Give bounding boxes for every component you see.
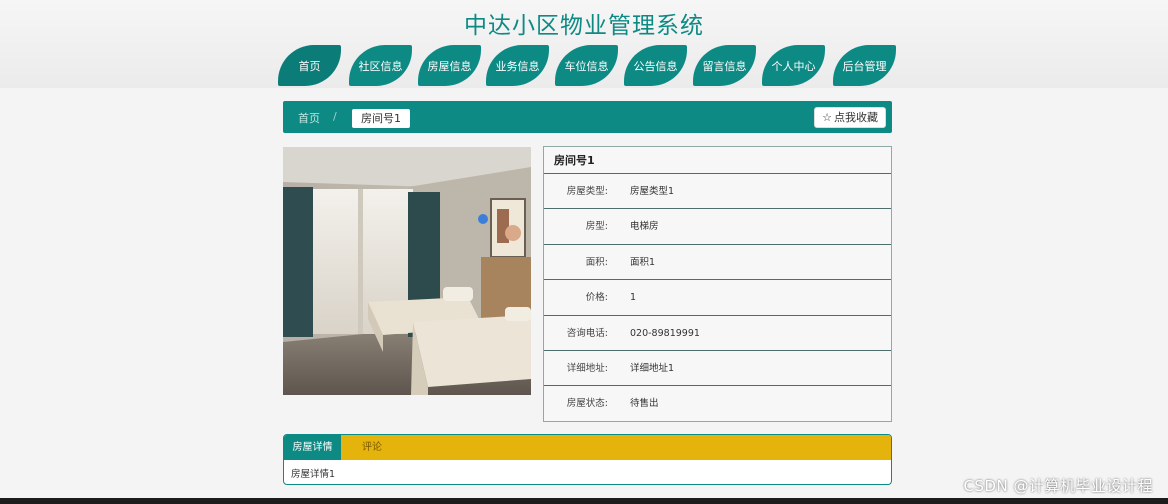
nav-item-message[interactable]: 留言信息 <box>693 45 756 86</box>
nav-item-community[interactable]: 社区信息 <box>349 45 412 86</box>
room-photo <box>283 147 531 395</box>
detail-label: 详细地址: <box>566 362 608 374</box>
site-title: 中达小区物业管理系统 <box>464 13 704 39</box>
detail-value: 详细地址1 <box>630 362 675 374</box>
tab-strip: 房屋详情 评论 <box>284 435 891 460</box>
detail-row-area: 面积: 面积1 <box>544 245 891 281</box>
nav-item-admin[interactable]: 后台管理 <box>833 45 896 86</box>
detail-label: 房屋状态: <box>566 398 608 410</box>
watermark: CSDN @计算机毕业设计程 <box>963 477 1153 495</box>
detail-tabs-panel: 房屋详情 评论 房屋详情1 <box>283 434 892 485</box>
breadcrumb-home-link[interactable]: 首页 <box>298 110 320 126</box>
detail-value: 面积1 <box>630 256 656 268</box>
detail-row-phone: 咨询电话: 020-89819991 <box>544 316 891 351</box>
detail-row-status: 房屋状态: 待售出 <box>544 386 891 421</box>
detail-label: 房屋类型: <box>566 186 608 197</box>
detail-value: 020-89819991 <box>630 327 700 339</box>
detail-row-price: 价格: 1 <box>544 280 891 316</box>
detail-value: 待售出 <box>630 398 659 410</box>
favorite-button-label: 点我收藏 <box>834 111 878 124</box>
breadcrumb-current: 房间号1 <box>352 109 410 128</box>
room-photo-image <box>283 147 531 395</box>
detail-label: 咨询电话: <box>566 327 608 339</box>
room-detail-title: 房间号1 <box>544 147 891 174</box>
header: 中达小区物业管理系统 首页 社区信息 房屋信息 业务信息 车位信息 公告信息 留… <box>0 0 1168 88</box>
detail-row-house-type: 房屋类型: 房屋类型1 <box>544 174 891 210</box>
detail-label: 房型: <box>585 221 608 233</box>
main-nav: 首页 社区信息 房屋信息 业务信息 车位信息 公告信息 留言信息 个人中心 后台… <box>278 45 898 86</box>
nav-item-home[interactable]: 首页 <box>278 45 341 86</box>
nav-item-profile[interactable]: 个人中心 <box>762 45 825 86</box>
tab-content: 房屋详情1 <box>291 469 336 480</box>
room-detail-panel: 房间号1 房屋类型: 房屋类型1 房型: 电梯房 面积: 面积1 价格: 1 咨… <box>543 146 892 422</box>
nav-item-parking[interactable]: 车位信息 <box>555 45 618 86</box>
breadcrumb: 首页 / 房间号1 ☆ 点我收藏 <box>283 101 892 133</box>
detail-row-address: 详细地址: 详细地址1 <box>544 351 891 387</box>
tab-comments[interactable]: 评论 <box>362 435 382 460</box>
star-icon: ☆ <box>822 111 832 124</box>
detail-label: 面积: <box>585 256 608 268</box>
favorite-button[interactable]: ☆ 点我收藏 <box>814 107 886 128</box>
detail-label: 价格: <box>585 292 608 304</box>
detail-value: 房屋类型1 <box>630 186 675 197</box>
nav-item-business[interactable]: 业务信息 <box>486 45 549 86</box>
detail-row-room-type: 房型: 电梯房 <box>544 209 891 245</box>
nav-item-house[interactable]: 房屋信息 <box>418 45 481 86</box>
breadcrumb-separator: / <box>333 110 337 123</box>
tab-house-detail[interactable]: 房屋详情 <box>284 435 341 460</box>
nav-item-notice[interactable]: 公告信息 <box>624 45 687 86</box>
detail-value: 电梯房 <box>630 221 659 233</box>
detail-value: 1 <box>630 292 637 304</box>
bottom-bar <box>0 498 1168 504</box>
